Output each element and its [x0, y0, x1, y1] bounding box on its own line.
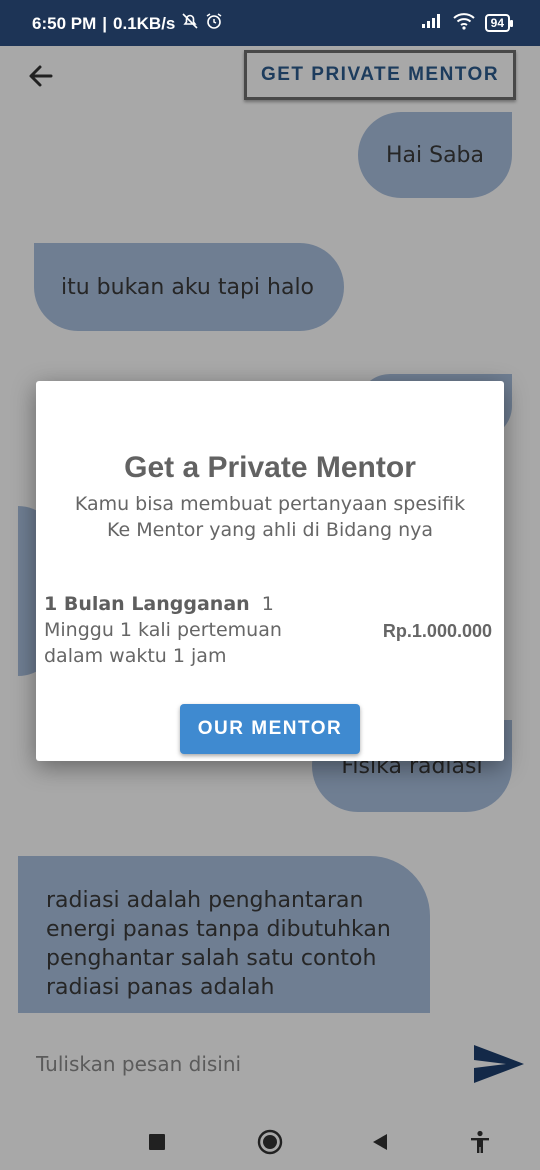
- accessibility-icon[interactable]: [460, 1124, 500, 1160]
- system-nav-bar: [0, 1113, 540, 1170]
- get-private-mentor-button[interactable]: GET PRIVATE MENTOR: [244, 50, 516, 100]
- battery-icon: 94: [484, 14, 514, 32]
- dialog-subtitle: Kamu bisa membuat pertanyaan spesifik Ke…: [36, 491, 504, 543]
- plan-first-line: 1 Bulan Langganan 1: [44, 591, 314, 617]
- back-arrow-icon[interactable]: [24, 59, 58, 93]
- plan-name: 1 Bulan Langganan: [44, 593, 250, 615]
- recents-icon[interactable]: [137, 1124, 177, 1160]
- message-bubble-received: itu bukan aku tapi halo: [34, 243, 344, 331]
- plan-description: 1 Bulan Langganan 1 Minggu 1 kali pertem…: [44, 591, 314, 669]
- dialog-subtitle-line: Kamu bisa membuat pertanyaan spesifik: [74, 493, 466, 515]
- signal-icon: [421, 13, 443, 33]
- private-mentor-dialog: Get a Private Mentor Kamu bisa membuat p…: [36, 381, 504, 761]
- plan-detail: 1: [261, 593, 274, 615]
- composer-bar: [0, 1013, 540, 1113]
- our-mentor-button[interactable]: OUR MENTOR: [180, 704, 360, 754]
- status-left: 6:50 PM | 0.1KB/s: [32, 12, 223, 35]
- wifi-icon: [452, 12, 475, 34]
- send-icon[interactable]: [472, 1041, 526, 1087]
- do-not-disturb-icon: [181, 12, 199, 35]
- plan-detail: Minggu 1 kali pertemuan: [44, 619, 282, 641]
- plan-price: Rp.1.000.000: [382, 621, 492, 641]
- message-bubble-received: radiasi adalah penghantaran energi panas…: [18, 856, 430, 1013]
- app-bar: GET PRIVATE MENTOR: [0, 46, 540, 108]
- status-net-speed: 0.1KB/s: [113, 13, 176, 33]
- status-time: 6:50 PM: [32, 13, 97, 33]
- plan-detail: dalam waktu 1 jam: [44, 645, 227, 667]
- status-separator: |: [102, 13, 108, 33]
- message-input[interactable]: [36, 1049, 456, 1079]
- alarm-icon: [205, 12, 223, 35]
- home-icon[interactable]: [250, 1124, 290, 1160]
- message-bubble-sent: Hai Saba: [358, 112, 512, 198]
- status-right: 94: [421, 12, 514, 34]
- back-icon[interactable]: [360, 1124, 400, 1160]
- dialog-subtitle-line: Ke Mentor yang ahli di Bidang nya: [106, 519, 434, 541]
- status-bar: 6:50 PM | 0.1KB/s 94: [0, 0, 540, 46]
- dialog-title: Get a Private Mentor: [124, 451, 416, 484]
